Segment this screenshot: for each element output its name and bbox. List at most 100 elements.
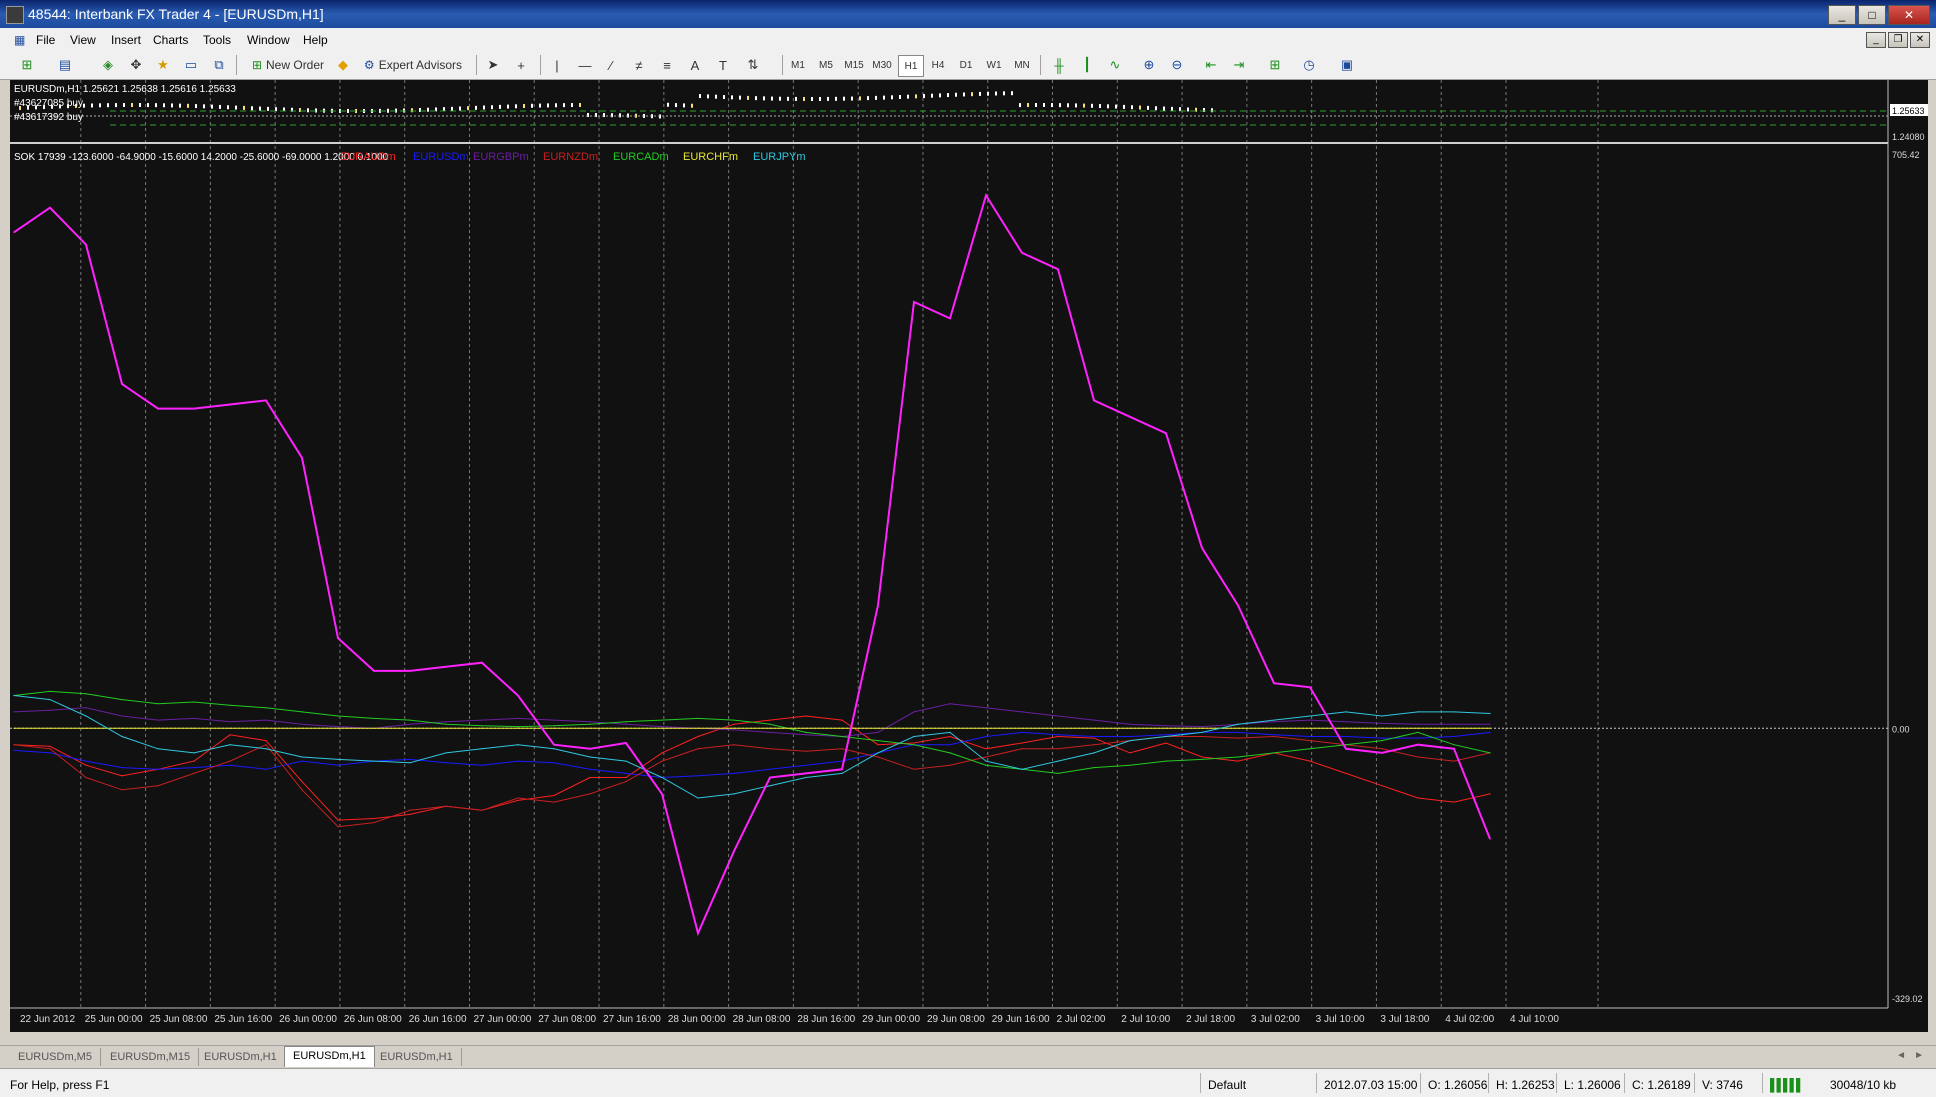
- chart-tab[interactable]: EURUSDm,H1: [372, 1048, 462, 1066]
- data-point: [49, 752, 51, 754]
- auto-scroll-icon[interactable]: ⇤: [1200, 55, 1222, 75]
- chart-window[interactable]: 22 Jun 2012 25 Jun 00:00 25 Jun 08:00 25 Ju…: [10, 80, 1928, 1032]
- data-point: [1165, 432, 1167, 434]
- data-point: [769, 748, 771, 750]
- metaeditor-icon[interactable]: ◆: [332, 55, 354, 75]
- mdi-minimize-button[interactable]: _: [1866, 32, 1886, 48]
- data-point: [1237, 731, 1239, 733]
- data-point: [553, 744, 555, 746]
- data-point: [193, 407, 195, 410]
- zoom-out-icon[interactable]: ⊖: [1166, 55, 1188, 75]
- data-point: [229, 721, 231, 723]
- data-point: [49, 207, 51, 209]
- line-chart-icon[interactable]: ∿: [1104, 55, 1126, 75]
- data-point: [373, 817, 375, 820]
- timeframe-m30[interactable]: M30: [870, 55, 894, 75]
- data-point: [949, 703, 951, 705]
- chart-shift-icon[interactable]: ⇥: [1228, 55, 1250, 75]
- expert-advisors-button[interactable]: ⚙ Expert Advisors: [358, 55, 468, 75]
- data-point: [85, 727, 87, 729]
- data-point: [517, 797, 519, 799]
- tab-scroll-right-icon[interactable]: ►: [1914, 1050, 1924, 1061]
- navigator-icon[interactable]: ★: [152, 55, 174, 75]
- minimize-button[interactable]: _: [1828, 5, 1856, 25]
- time-axis-label: 27 Jun 16:00: [603, 1014, 661, 1025]
- status-high: H: 1.26253: [1496, 1078, 1555, 1092]
- fibonacci-icon[interactable]: ≡: [656, 55, 678, 75]
- zoom-in-icon[interactable]: ⊕: [1138, 55, 1160, 75]
- tab-scroll-left-icon[interactable]: ◄: [1896, 1050, 1906, 1061]
- current-price-label: 1.25633: [1892, 106, 1925, 116]
- indicators-icon[interactable]: ⊞: [1264, 55, 1286, 75]
- data-point: [841, 719, 843, 721]
- text-label-icon[interactable]: T: [712, 55, 734, 75]
- data-point: [1093, 735, 1095, 738]
- data-point: [949, 735, 951, 738]
- text-icon[interactable]: A: [684, 55, 706, 75]
- data-point: [841, 760, 843, 762]
- status-bar: For Help, press F1 Default 2012.07.03 15…: [0, 1068, 1936, 1097]
- data-point: [49, 727, 51, 729]
- timeframe-w1[interactable]: W1: [982, 55, 1006, 75]
- candlestick-icon[interactable]: ┃: [1076, 55, 1098, 75]
- data-point: [1345, 735, 1347, 738]
- legend-item: EURNZDm: [543, 151, 598, 163]
- channel-icon[interactable]: ≠: [628, 55, 650, 75]
- data-point: [625, 727, 627, 729]
- profiles-icon[interactable]: ▤: [54, 55, 76, 75]
- data-window-icon[interactable]: ✥: [125, 55, 147, 75]
- timeframe-m1[interactable]: M1: [786, 55, 810, 75]
- order-label: #43617392 buy: [14, 112, 83, 123]
- templates-icon[interactable]: ▣: [1336, 55, 1358, 75]
- new-chart-icon[interactable]: ⊞: [16, 55, 38, 75]
- mdi-close-button[interactable]: ✕: [1910, 32, 1930, 48]
- mdi-restore-button[interactable]: ❐: [1888, 32, 1908, 48]
- chart-header: EURUSDm,H1 1.25621 1.25638 1.25616 1.256…: [14, 84, 236, 95]
- new-order-button[interactable]: ⊞ New Order: [244, 55, 332, 75]
- arrows-icon[interactable]: ⇅: [742, 55, 764, 75]
- data-point: [121, 383, 123, 385]
- chart-tab[interactable]: EURUSDm,H1: [196, 1048, 286, 1066]
- time-axis-label: 22 Jun 2012: [20, 1014, 75, 1025]
- chart-tab[interactable]: EURUSDm,M15: [102, 1048, 200, 1066]
- legend-item: EURUSDm: [413, 151, 469, 163]
- menu-view[interactable]: View: [70, 33, 96, 47]
- menu-help[interactable]: Help: [303, 33, 328, 47]
- data-point: [1489, 723, 1491, 725]
- timeframe-h4[interactable]: H4: [926, 55, 950, 75]
- menu-insert[interactable]: Insert: [111, 33, 141, 47]
- data-point: [445, 762, 447, 764]
- market-watch-icon[interactable]: ◈: [97, 55, 119, 75]
- status-open: O: 1.26056: [1428, 1078, 1488, 1092]
- maximize-button[interactable]: □: [1858, 5, 1886, 25]
- timeframe-m15[interactable]: M15: [842, 55, 866, 75]
- timeframe-m5[interactable]: M5: [814, 55, 838, 75]
- data-point: [409, 723, 411, 725]
- data-point: [301, 780, 303, 783]
- menu-file[interactable]: File: [36, 33, 55, 47]
- bar-chart-icon[interactable]: ╫: [1048, 55, 1070, 75]
- chart-tab-active[interactable]: EURUSDm,H1: [284, 1046, 375, 1067]
- menu-tools[interactable]: Tools: [203, 33, 231, 47]
- cursor-icon[interactable]: ➤: [482, 55, 504, 75]
- data-point: [265, 707, 267, 709]
- data-point: [1453, 727, 1455, 729]
- timeframe-mn[interactable]: MN: [1010, 55, 1034, 75]
- crosshair-icon[interactable]: +: [510, 55, 532, 75]
- chart-canvas[interactable]: 22 Jun 2012 25 Jun 00:00 25 Jun 08:00 25 Ju…: [10, 80, 1928, 1032]
- periods-icon[interactable]: ◷: [1298, 55, 1320, 75]
- menu-window[interactable]: Window: [247, 33, 290, 47]
- timeframe-d1[interactable]: D1: [954, 55, 978, 75]
- menu-charts[interactable]: Charts: [153, 33, 188, 47]
- trendline-icon[interactable]: ⁄: [600, 55, 622, 75]
- chart-tab[interactable]: EURUSDm,M5: [10, 1048, 101, 1066]
- terminal-icon[interactable]: ▭: [180, 55, 202, 75]
- strategy-tester-icon[interactable]: ⧉: [208, 55, 230, 75]
- close-button[interactable]: ✕: [1888, 5, 1930, 25]
- data-point: [1309, 748, 1311, 750]
- timeframe-h1[interactable]: H1: [898, 55, 924, 77]
- data-point: [1021, 768, 1023, 770]
- data-point: [1093, 767, 1095, 769]
- horizontal-line-icon[interactable]: —: [574, 55, 596, 75]
- vertical-line-icon[interactable]: |: [546, 55, 568, 75]
